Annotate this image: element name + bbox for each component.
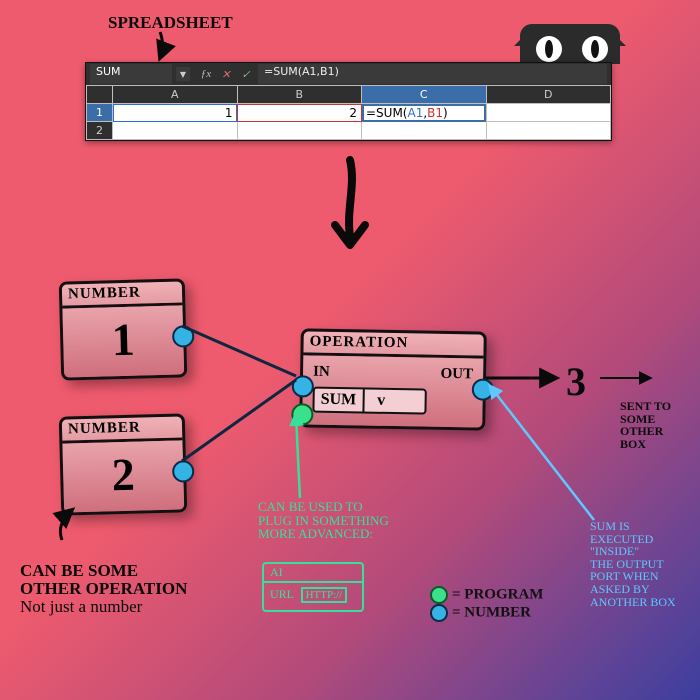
row-header[interactable]: 2 [87, 122, 113, 140]
cancel-icon[interactable]: ✕ [219, 68, 233, 81]
ai-program-box: AI URL HTTP:// [262, 562, 364, 612]
cell-b2[interactable] [237, 122, 362, 140]
spreadsheet-label: SPREADSHEET [108, 14, 233, 32]
col-header[interactable]: A [113, 86, 238, 104]
legend-program-dot [430, 586, 448, 604]
node-operation[interactable]: OPERATION IN OUT SUM v [299, 328, 487, 430]
canbe-annotation: CAN BE SOME OTHER OPERATION Not just a n… [20, 562, 187, 616]
ai-url-label: URL [270, 587, 294, 601]
node-value: 1 [62, 305, 184, 377]
col-header[interactable]: D [486, 86, 611, 104]
name-box[interactable]: SUM [90, 64, 172, 84]
spreadsheet-widget: SUM ▼ ƒx ✕ ✓ =SUM(A1,B1) A B C D 1 1 2 =… [85, 62, 612, 141]
cell-d2[interactable] [486, 122, 611, 140]
cat-illustration [510, 24, 630, 64]
legend: = PROGRAM = NUMBER [430, 586, 543, 622]
node-title: NUMBER [62, 416, 183, 443]
cell-a1[interactable]: 1 [113, 104, 238, 122]
cell-d1[interactable] [486, 104, 611, 122]
cell-c2[interactable] [362, 122, 487, 140]
formula-input[interactable]: =SUM(A1,B1) [258, 64, 607, 84]
out-label: OUT [440, 366, 473, 384]
cell-b1[interactable]: 2 [237, 104, 362, 122]
node-title: OPERATION [303, 331, 483, 358]
operation-select-value: SUM [314, 389, 362, 412]
ai-url-field[interactable]: HTTP:// [301, 587, 348, 603]
formula-bar-row: SUM ▼ ƒx ✕ ✓ =SUM(A1,B1) [86, 63, 611, 85]
row-header[interactable]: 1 [87, 104, 113, 122]
node-number-1[interactable]: NUMBER 1 [59, 278, 188, 380]
cell-c1[interactable]: =SUM(A1,B1) [362, 104, 487, 122]
col-header[interactable]: C [362, 86, 487, 104]
accept-icon[interactable]: ✓ [239, 68, 253, 81]
in-label: IN [313, 364, 330, 381]
fx-icon[interactable]: ƒx [199, 68, 213, 80]
node-value: 2 [62, 440, 184, 512]
name-box-dropdown[interactable]: ▼ [176, 67, 190, 81]
node-title: NUMBER [62, 281, 183, 308]
sum-exec-annotation: SUM IS EXECUTED "INSIDE" THE OUTPUT PORT… [590, 520, 676, 608]
sent-to-annotation: SENT TO SOME OTHER BOX [620, 400, 700, 450]
legend-number-dot [430, 604, 448, 622]
plugin-annotation: CAN BE USED TO PLUG IN SOMETHING MORE AD… [258, 500, 389, 541]
chevron-down-icon: v [362, 389, 398, 412]
col-header[interactable]: B [237, 86, 362, 104]
result-value: 3 [566, 358, 586, 405]
cell-a2[interactable] [113, 122, 238, 140]
node-number-2[interactable]: NUMBER 2 [59, 413, 188, 515]
spreadsheet-grid[interactable]: A B C D 1 1 2 =SUM(A1,B1) 2 [86, 85, 611, 140]
ai-box-header: AI [264, 564, 362, 583]
operation-select[interactable]: SUM v [312, 387, 426, 415]
